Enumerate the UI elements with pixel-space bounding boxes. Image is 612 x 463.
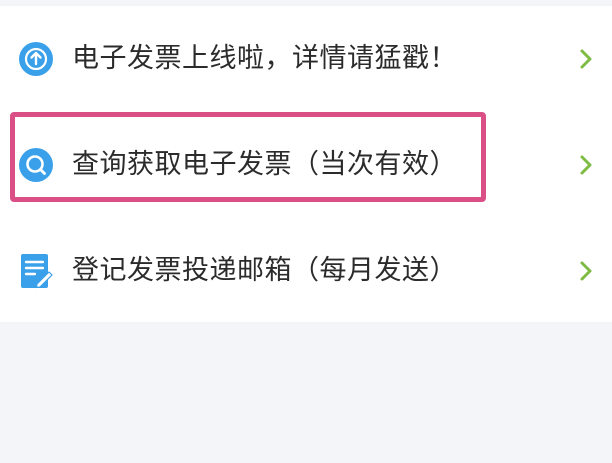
menu-item-register-invoice-email[interactable]: 登记发票投递邮箱（每月发送） bbox=[0, 218, 612, 324]
invoice-menu-list: 电子发票上线啦，详情请猛戳！ 查询获取电子发票（当次有效） 登记发票投递邮箱（每… bbox=[0, 6, 612, 322]
search-circle-icon bbox=[19, 148, 53, 182]
menu-item-label: 电子发票上线啦，详情请猛戳！ bbox=[72, 43, 457, 74]
menu-item-query-electronic-invoice[interactable]: 查询获取电子发票（当次有效） bbox=[0, 112, 612, 218]
chevron-right-icon bbox=[580, 261, 592, 281]
menu-item-electronic-invoice-online[interactable]: 电子发票上线啦，详情请猛戳！ bbox=[0, 6, 612, 112]
chevron-right-icon bbox=[580, 155, 592, 175]
document-edit-icon bbox=[21, 254, 53, 289]
menu-item-label: 登记发票投递邮箱（每月发送） bbox=[72, 255, 457, 286]
chevron-right-icon bbox=[580, 49, 592, 69]
menu-item-label: 查询获取电子发票（当次有效） bbox=[72, 149, 457, 180]
upload-circle-icon bbox=[19, 42, 53, 76]
